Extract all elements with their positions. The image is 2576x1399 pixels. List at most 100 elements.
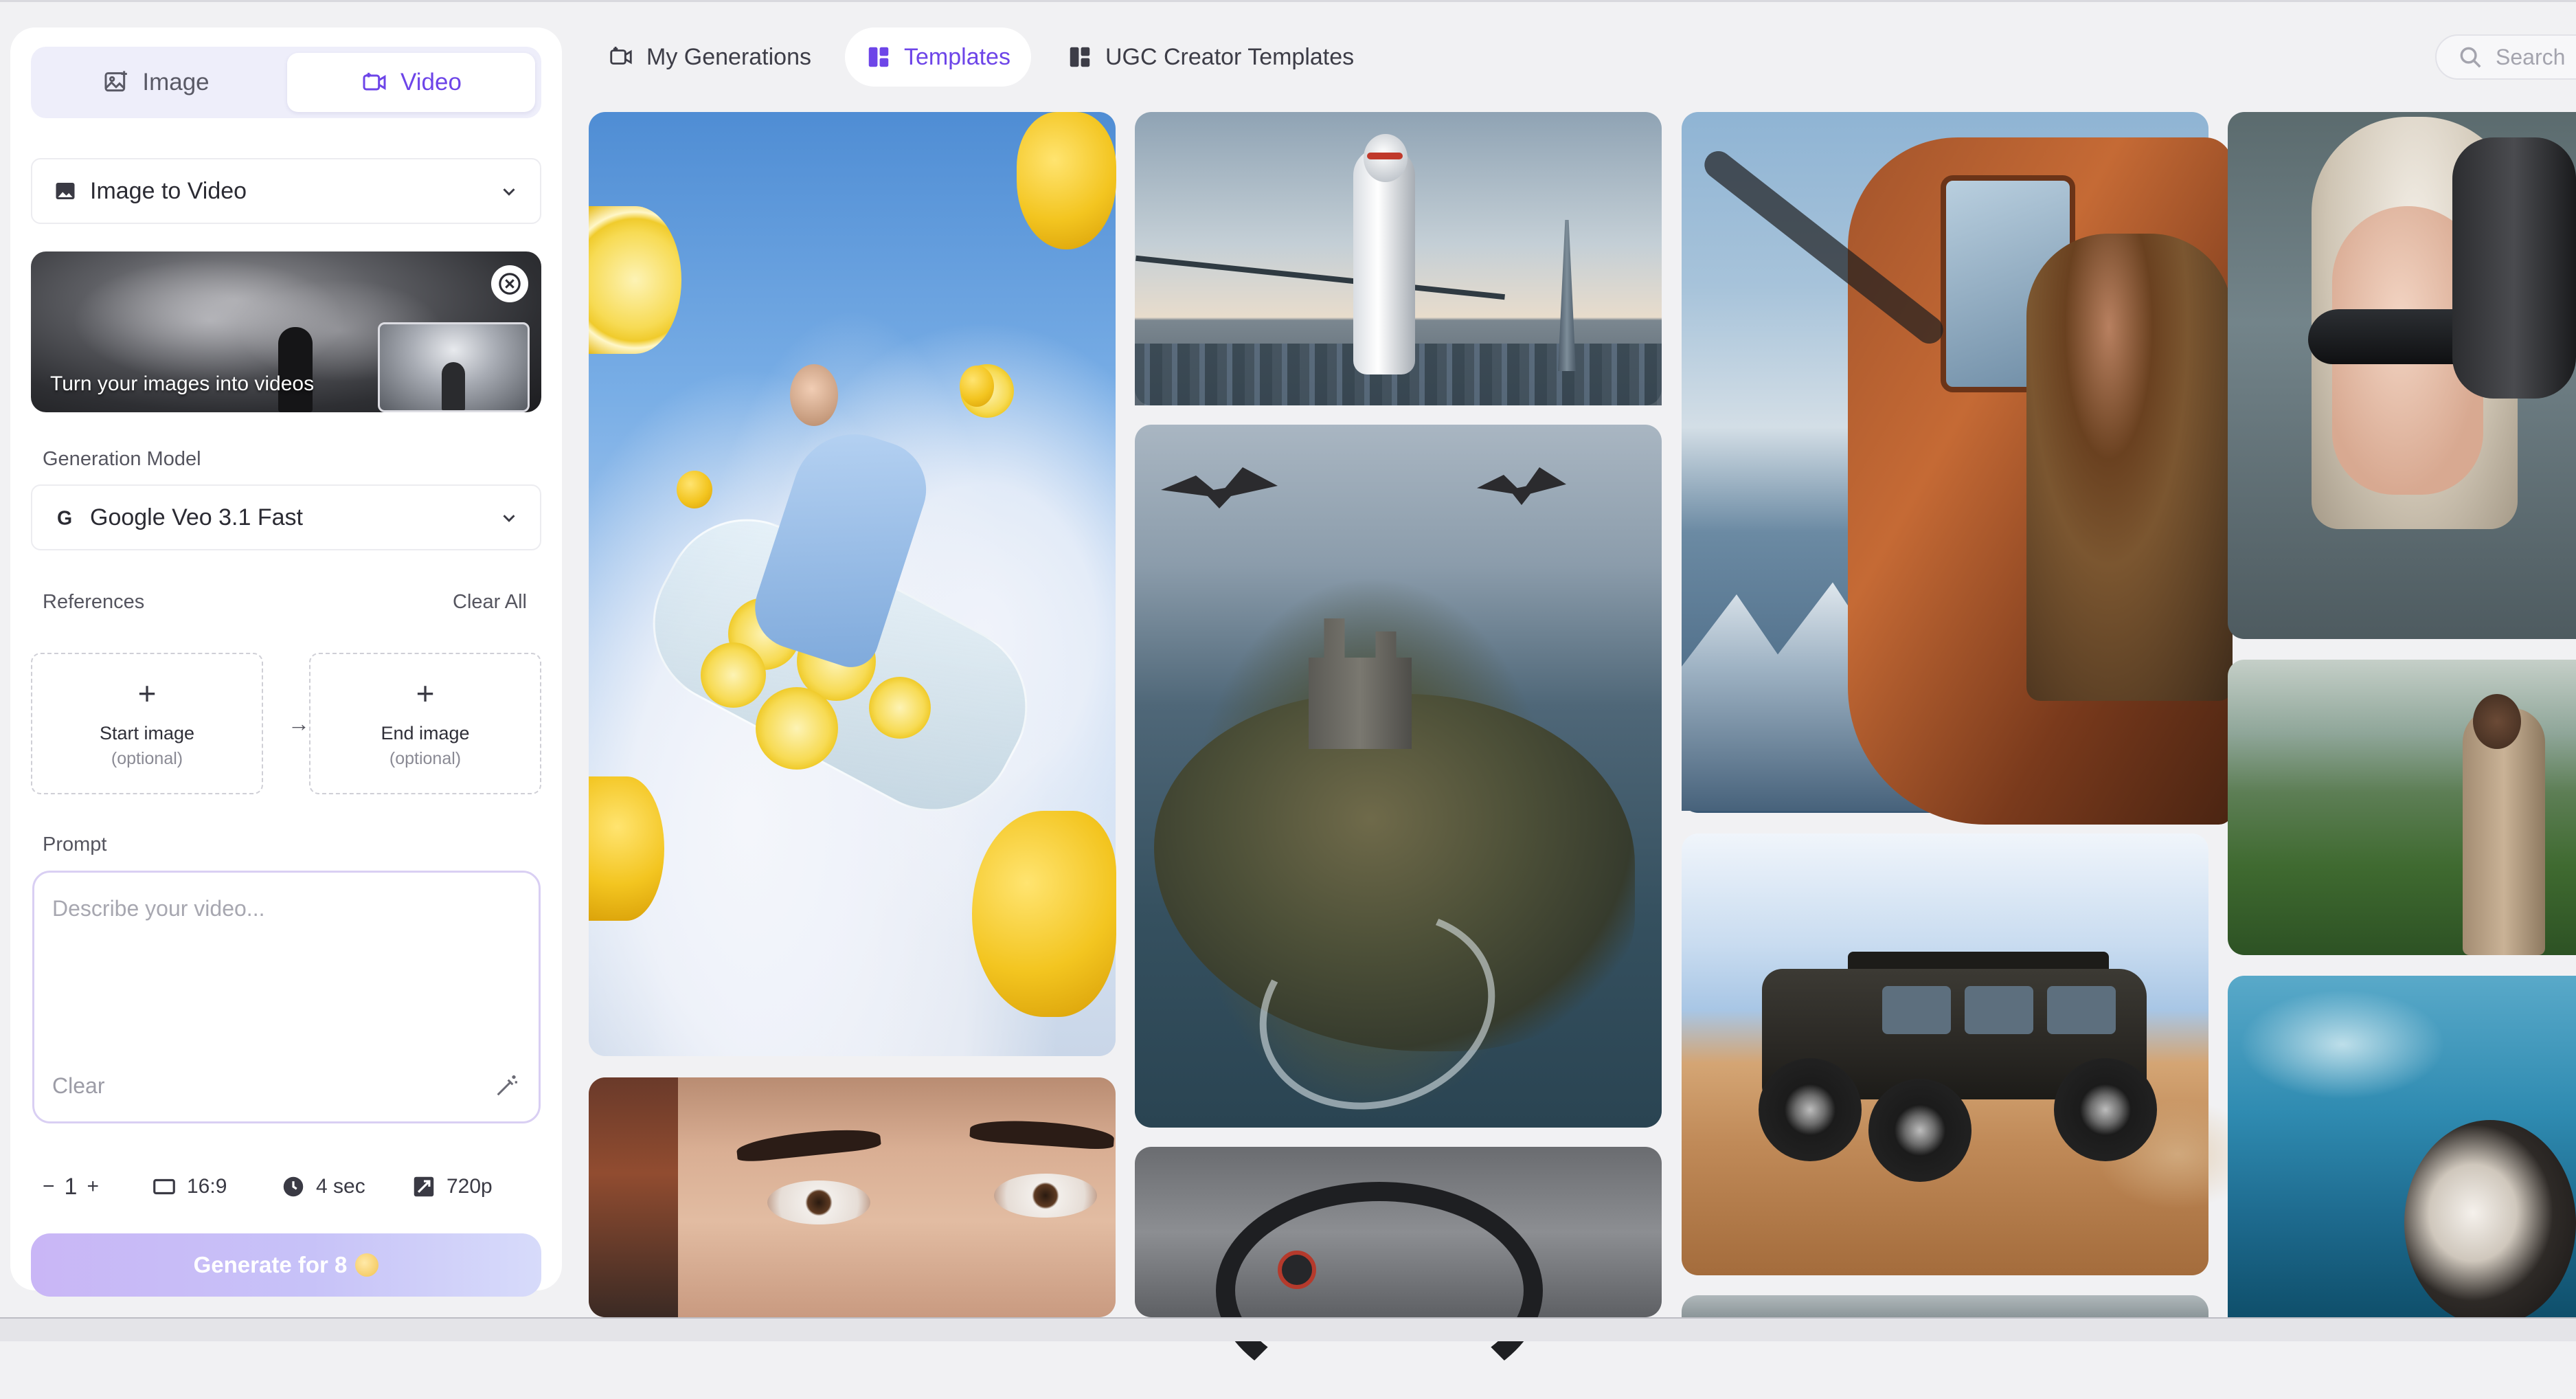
eyebrow [969, 1117, 1115, 1151]
generate-label: Generate for 8 [193, 1252, 348, 1277]
suv-wheel [1759, 1058, 1862, 1161]
end-image-upload[interactable]: + End image (optional) [309, 653, 541, 794]
count-stepper: − 1 + [43, 1169, 99, 1204]
lemon-decoration [589, 776, 664, 921]
wave [2239, 989, 2445, 1099]
pilot [2026, 234, 2233, 701]
aspect-ratio-value: 16:9 [187, 1175, 227, 1198]
banner-thumbnail [378, 322, 530, 412]
banner-caption: Turn your images into videos [50, 372, 315, 395]
image-icon [104, 71, 128, 92]
end-image-title: End image [381, 723, 470, 743]
generate-button[interactable]: Generate for 8 [31, 1233, 541, 1297]
eye [994, 1174, 1097, 1218]
prompt-input[interactable]: Describe your video... Clear [32, 871, 541, 1123]
banner-figure [278, 327, 313, 412]
eye [767, 1180, 870, 1224]
google-icon: G [57, 508, 72, 530]
top-border [0, 0, 2576, 2]
prompt-clear-button[interactable]: Clear [52, 1073, 104, 1099]
template-eyes-closeup[interactable] [589, 1077, 1116, 1317]
search-placeholder: Search [2496, 44, 2566, 69]
chevron-down-icon [503, 188, 515, 196]
lemon-slice [756, 687, 838, 770]
template-partial[interactable] [1682, 1295, 2208, 1317]
background-building [589, 1077, 678, 1317]
man-head [2473, 694, 2521, 749]
lemon-decoration [960, 366, 994, 407]
mode-tab-video-label: Video [400, 69, 462, 96]
aspect-ratio-option[interactable]: 16:9 [151, 1169, 227, 1204]
mode-tab-video[interactable]: Video [287, 53, 535, 112]
eyebrow [735, 1125, 882, 1163]
templates-icon [1070, 47, 1090, 67]
plus-icon: + [137, 675, 157, 711]
lemon-slice [701, 642, 766, 708]
decrement-button[interactable]: − [43, 1175, 55, 1198]
resolution-icon [414, 1176, 434, 1197]
model-select[interactable]: G Google Veo 3.1 Fast [31, 484, 541, 550]
watch-crown [1278, 1251, 1316, 1289]
start-image-upload[interactable]: + Start image (optional) [31, 653, 263, 794]
generations-icon [610, 46, 632, 65]
mode-toggle: Image Video [31, 47, 541, 118]
coin-icon [355, 1253, 379, 1277]
workflow-select[interactable]: Image to Video [31, 158, 541, 224]
search-icon [2460, 47, 2481, 68]
duration-value: 4 sec [316, 1175, 365, 1198]
count-value: 1 [64, 1173, 78, 1200]
resolution-option[interactable]: 720p [411, 1169, 493, 1204]
svg-text:G: G [57, 508, 72, 530]
suv-wheel [1868, 1079, 1971, 1182]
chevron-down-icon [503, 515, 515, 522]
image-icon [56, 183, 75, 199]
lemon-decoration [1017, 112, 1116, 249]
suv-window [2047, 986, 2116, 1034]
clock-icon [283, 1176, 304, 1197]
templates-icon [868, 47, 889, 67]
resolution-value: 720p [447, 1175, 493, 1198]
tab-ugc-creator-templates-label: UGC Creator Templates [1105, 43, 1355, 70]
start-image-title: Start image [99, 723, 195, 743]
tab-templates[interactable]: Templates [845, 27, 1031, 87]
model-select-value: Google Veo 3.1 Fast [90, 504, 303, 530]
arrow-right-icon: → [288, 711, 310, 736]
lemon-slice [869, 677, 931, 739]
watch-band [1216, 1182, 1543, 1399]
model-label: Generation Model [43, 448, 201, 470]
mode-tab-image-label: Image [142, 69, 210, 96]
video-icon [363, 72, 386, 91]
bottom-bar [0, 1317, 2576, 1341]
search-input[interactable]: Search [2435, 34, 2576, 80]
generation-sidebar: Image Video Image to Video Turn your ima… [10, 27, 562, 1297]
duration-option[interactable]: 4 sec [280, 1169, 365, 1204]
tab-my-generations[interactable]: My Generations [587, 27, 832, 87]
close-icon [499, 273, 521, 295]
lemon-decoration [677, 471, 712, 508]
suv-window [1882, 986, 1951, 1034]
suv-wheel [2054, 1058, 2157, 1161]
tab-templates-label: Templates [904, 43, 1010, 70]
increment-button[interactable]: + [87, 1175, 99, 1198]
prompt-placeholder: Describe your video... [52, 896, 265, 921]
prompt-label: Prompt [43, 833, 107, 855]
references-label: References [43, 591, 145, 613]
workflow-select-value: Image to Video [90, 177, 247, 204]
magic-wand-icon[interactable] [493, 1072, 521, 1099]
clear-all-button[interactable]: Clear All [453, 591, 527, 614]
tab-my-generations-label: My Generations [646, 43, 811, 70]
aspect-ratio-icon [153, 1178, 175, 1195]
headphones [2452, 137, 2576, 399]
close-banner-button[interactable] [491, 265, 528, 302]
end-image-sub: (optional) [389, 749, 462, 768]
dog [2404, 1120, 2576, 1326]
suv-window [1965, 986, 2033, 1034]
woman-head [790, 364, 838, 426]
robot-visor [1367, 153, 1403, 159]
start-image-sub: (optional) [111, 749, 183, 768]
feature-banner[interactable]: Turn your images into videos [31, 251, 541, 412]
tab-ugc-creator-templates[interactable]: UGC Creator Templates [1046, 27, 1375, 87]
mode-tab-image[interactable]: Image [37, 53, 275, 112]
lemon-decoration [589, 206, 681, 354]
plus-icon: + [416, 675, 435, 711]
